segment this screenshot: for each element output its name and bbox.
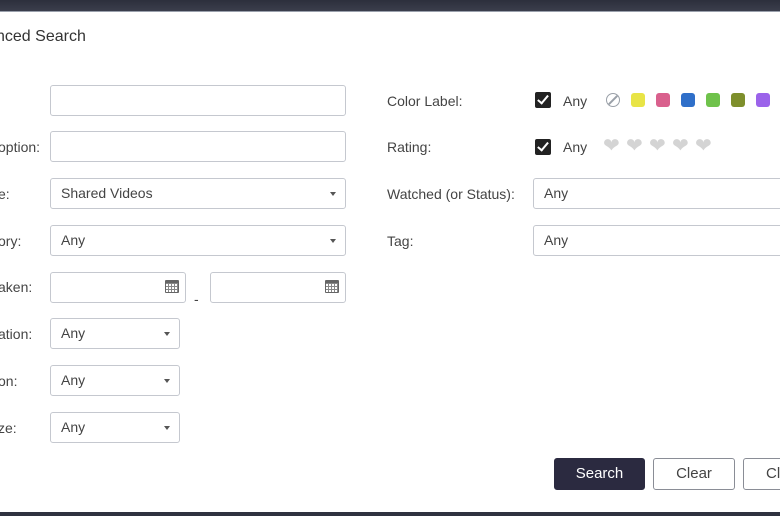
no-color-icon[interactable]	[606, 93, 620, 107]
file-type-select[interactable]: Shared Videos	[50, 178, 346, 209]
clear-button[interactable]: Clear	[653, 458, 735, 490]
date-taken-label: aken:	[0, 279, 33, 295]
color-any-checkbox[interactable]	[535, 92, 551, 108]
heart-icon[interactable]: ❤	[672, 136, 689, 156]
file-type-value: Shared Videos	[61, 185, 153, 201]
size-select[interactable]: Any	[50, 412, 180, 443]
tag-input[interactable]: Any	[533, 225, 780, 256]
window-bottom-bar	[0, 512, 780, 516]
color-swatch[interactable]	[731, 93, 745, 107]
watched-status-value: Any	[544, 185, 569, 201]
duration-value: Any	[61, 325, 86, 341]
heart-icon[interactable]: ❤	[603, 136, 620, 156]
color-any-label: Any	[563, 93, 588, 109]
size-value: Any	[61, 419, 86, 435]
calendar-icon[interactable]	[325, 280, 339, 293]
color-label-label: Color Label:	[387, 93, 463, 109]
tag-label: Tag:	[387, 233, 414, 249]
category-label: ory:	[0, 233, 22, 249]
color-swatch[interactable]	[706, 93, 720, 107]
file-type-label: e:	[0, 186, 10, 202]
advanced-search-dialog: nced Search option: e: Shared Videos ory…	[0, 11, 780, 513]
color-swatch[interactable]	[681, 93, 695, 107]
dialog-title: nced Search	[0, 28, 86, 45]
checkmark-icon	[537, 92, 549, 105]
chevron-down-icon	[164, 332, 170, 336]
heart-icon[interactable]: ❤	[626, 136, 643, 156]
category-value: Any	[61, 232, 86, 248]
resolution-value: Any	[61, 372, 86, 388]
keyword-input[interactable]	[50, 85, 346, 116]
watched-status-label: Watched (or Status):	[387, 186, 515, 202]
resolution-select[interactable]: Any	[50, 365, 180, 396]
color-swatch[interactable]	[756, 93, 770, 107]
watched-status-select[interactable]: Any	[533, 178, 780, 209]
window-top-bar	[0, 0, 780, 11]
heart-icon[interactable]: ❤	[649, 136, 666, 156]
chevron-down-icon	[330, 239, 336, 243]
tag-value: Any	[544, 232, 569, 248]
checkmark-icon	[537, 139, 549, 152]
chevron-down-icon	[164, 379, 170, 383]
calendar-icon[interactable]	[165, 280, 179, 293]
category-select[interactable]: Any	[50, 225, 346, 256]
description-input[interactable]	[50, 131, 346, 162]
rating-label: Rating:	[387, 139, 432, 155]
rating-any-label: Any	[563, 139, 588, 155]
duration-select[interactable]: Any	[50, 318, 180, 349]
date-from-input[interactable]	[50, 272, 186, 303]
chevron-down-icon	[164, 426, 170, 430]
chevron-down-icon	[330, 192, 336, 196]
heart-icon[interactable]: ❤	[695, 136, 712, 156]
duration-label: ation:	[0, 326, 33, 342]
close-button[interactable]: Cl	[743, 458, 780, 490]
search-button[interactable]: Search	[554, 458, 645, 490]
date-to-input[interactable]	[210, 272, 346, 303]
description-label: option:	[0, 139, 41, 155]
size-label: ze:	[0, 420, 17, 436]
rating-any-checkbox[interactable]	[535, 139, 551, 155]
color-swatch[interactable]	[631, 93, 645, 107]
resolution-label: on:	[0, 373, 18, 389]
date-range-separator: -	[194, 291, 199, 307]
color-swatch[interactable]	[656, 93, 670, 107]
